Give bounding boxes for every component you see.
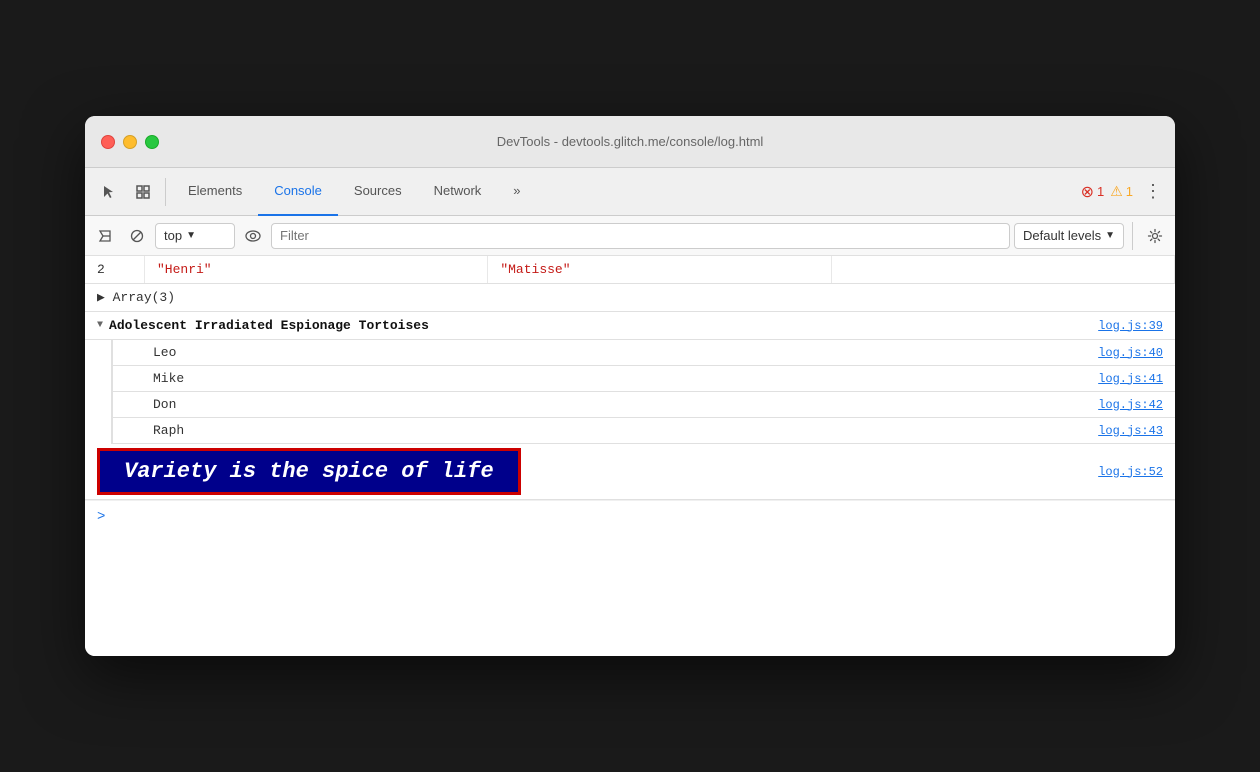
table-cell-col1: "Henri" [145, 256, 488, 283]
tab-elements[interactable]: Elements [172, 168, 258, 216]
error-badge: ⊗ 1 [1081, 182, 1105, 202]
devtools-window: DevTools - devtools.glitch.me/console/lo… [85, 116, 1175, 656]
group-collapse-icon[interactable]: ▼ [97, 320, 103, 331]
prompt-row: > [85, 500, 1175, 533]
log-link[interactable]: log.js:40 [1098, 346, 1163, 360]
levels-selector[interactable]: Default levels ▼ [1014, 223, 1124, 249]
array-expand-icon: ▶ Array(3) [97, 290, 175, 305]
log-link[interactable]: log.js:43 [1098, 424, 1163, 438]
console-toolbar-divider [1132, 222, 1133, 250]
table-cell-index: 2 [85, 256, 145, 283]
styled-console-text: Variety is the spice of life [97, 448, 521, 495]
clear-console-button[interactable] [91, 222, 119, 250]
tab-more[interactable]: » [497, 168, 536, 216]
table-cell-col3 [832, 256, 1175, 283]
log-item-text: Leo [153, 345, 176, 360]
settings-button[interactable] [1141, 222, 1169, 250]
prompt-icon: > [97, 509, 105, 525]
group-header-left: ▼ Adolescent Irradiated Espionage Tortoi… [97, 318, 429, 333]
minimize-button[interactable] [123, 135, 137, 149]
block-icon[interactable] [123, 222, 151, 250]
eye-icon[interactable] [239, 222, 267, 250]
tab-list: Elements Console Sources Network » [172, 168, 537, 216]
main-toolbar: Elements Console Sources Network » ⊗ 1 ⚠ [85, 168, 1175, 216]
list-item: Don log.js:42 [111, 392, 1175, 418]
group-header: ▼ Adolescent Irradiated Espionage Tortoi… [85, 312, 1175, 340]
traffic-lights [101, 135, 159, 149]
window-title: DevTools - devtools.glitch.me/console/lo… [497, 134, 764, 149]
toolbar-right: ⊗ 1 ⚠ 1 ⋮ [1081, 178, 1167, 206]
styled-output-row: Variety is the spice of life log.js:52 [85, 444, 1175, 500]
warn-icon: ⚠ [1110, 183, 1123, 200]
inspect-icon[interactable] [127, 176, 159, 208]
filter-input[interactable] [271, 223, 1010, 249]
warn-badge: ⚠ 1 [1110, 183, 1133, 200]
list-item: Raph log.js:43 [111, 418, 1175, 444]
chevron-down-icon: ▼ [1105, 230, 1115, 241]
styled-log-link[interactable]: log.js:52 [1098, 465, 1163, 479]
log-item-text: Mike [153, 371, 184, 386]
error-icon: ⊗ [1081, 182, 1094, 202]
group-label: Adolescent Irradiated Espionage Tortoise… [109, 318, 429, 333]
console-input[interactable] [113, 510, 1163, 525]
list-item: Leo log.js:40 [111, 340, 1175, 366]
chevron-down-icon: ▼ [186, 230, 196, 241]
cursor-icon[interactable] [93, 176, 125, 208]
context-label: top [164, 228, 182, 243]
tab-sources[interactable]: Sources [338, 168, 418, 216]
console-toolbar: top ▼ Default levels ▼ [85, 216, 1175, 256]
warn-count: 1 [1126, 184, 1133, 199]
list-item: Mike log.js:41 [111, 366, 1175, 392]
levels-label: Default levels [1023, 228, 1101, 243]
tab-console[interactable]: Console [258, 168, 338, 216]
table-row: 2 "Henri" "Matisse" [85, 256, 1175, 284]
log-item-text: Don [153, 397, 176, 412]
group-log-link[interactable]: log.js:39 [1098, 319, 1163, 333]
console-content: 2 "Henri" "Matisse" ▶ Array(3) ▼ Adolesc… [85, 256, 1175, 656]
log-item-text: Raph [153, 423, 184, 438]
tab-network[interactable]: Network [418, 168, 498, 216]
toolbar-divider [165, 178, 166, 206]
log-link[interactable]: log.js:42 [1098, 398, 1163, 412]
title-bar: DevTools - devtools.glitch.me/console/lo… [85, 116, 1175, 168]
table-cell-col2: "Matisse" [488, 256, 831, 283]
context-selector[interactable]: top ▼ [155, 223, 235, 249]
close-button[interactable] [101, 135, 115, 149]
menu-button[interactable]: ⋮ [1139, 178, 1167, 206]
log-link[interactable]: log.js:41 [1098, 372, 1163, 386]
error-count: 1 [1097, 184, 1104, 199]
array-row[interactable]: ▶ Array(3) [85, 284, 1175, 312]
maximize-button[interactable] [145, 135, 159, 149]
